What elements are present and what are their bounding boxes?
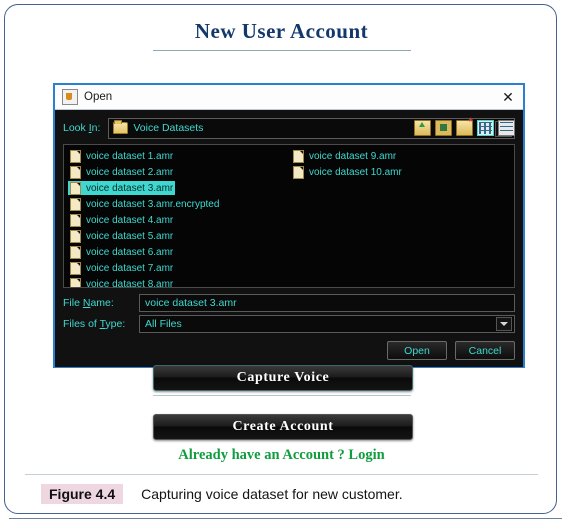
file-icon (70, 245, 81, 259)
file-icon (293, 149, 304, 163)
caption-text: Capturing voice dataset for new customer… (141, 486, 403, 502)
caption-divider (25, 474, 538, 475)
file-name-input[interactable]: voice dataset 3.amr (139, 293, 515, 312)
files-of-type-value: All Files (145, 317, 182, 330)
title-divider (153, 50, 411, 51)
home-icon[interactable] (435, 119, 452, 136)
file-name-label: voice dataset 8.amr (86, 278, 174, 288)
dialog-action-buttons: Open Cancel (387, 341, 515, 360)
java-cup-icon (62, 89, 78, 105)
look-in-label: Look In: (63, 122, 101, 134)
file-name-label: voice dataset 1.amr (86, 150, 174, 162)
file-name-label: voice dataset 3.amr.encrypted (86, 198, 220, 210)
close-icon[interactable]: ✕ (499, 88, 517, 106)
figure-caption: Figure 4.4 Capturing voice dataset for n… (41, 484, 541, 504)
file-icon (70, 165, 81, 179)
figure-number-badge: Figure 4.4 (41, 484, 124, 504)
look-in-value: Voice Datasets (133, 122, 204, 134)
details-view-icon[interactable] (498, 119, 515, 136)
list-item[interactable]: voice dataset 1.amr (68, 149, 175, 163)
list-view-icon[interactable] (477, 119, 494, 136)
file-name-label: voice dataset 4.amr (86, 214, 174, 226)
file-icon (70, 261, 81, 275)
file-name-label: voice dataset 10.amr (309, 166, 402, 178)
login-link[interactable]: Already have an Account ? Login (5, 447, 558, 464)
cancel-button[interactable]: Cancel (455, 341, 515, 360)
up-one-level-icon[interactable] (414, 119, 431, 136)
dialog-body: Look In: Voice Datasets voice dataset 1.… (55, 110, 523, 367)
file-name-label: voice dataset 5.amr (86, 230, 174, 242)
dialog-title: Open (84, 91, 113, 103)
list-item[interactable]: voice dataset 4.amr (68, 213, 175, 227)
file-list-column-left: voice dataset 1.amr voice dataset 2.amr vo… (66, 149, 289, 288)
dialog-titlebar: Open ✕ (55, 85, 523, 110)
list-item[interactable]: voice dataset 6.amr (68, 245, 175, 259)
files-of-type-combobox[interactable]: All Files (139, 314, 515, 333)
list-item[interactable]: voice dataset 7.amr (68, 261, 175, 275)
list-item[interactable]: voice dataset 3.amr.encrypted (68, 197, 221, 211)
file-list-pane[interactable]: voice dataset 1.amr voice dataset 2.amr vo… (63, 144, 515, 288)
list-item[interactable]: voice dataset 3.amr (68, 181, 176, 195)
section-divider (153, 395, 411, 396)
open-file-dialog: Open ✕ Look In: Voice Datasets * voice d… (53, 83, 525, 368)
list-item[interactable]: voice dataset 5.amr (68, 229, 175, 243)
file-icon (293, 165, 304, 179)
capture-voice-button[interactable]: Capture Voice (153, 365, 413, 391)
file-list-column-right: voice dataset 9.amr voice dataset 10.amr (289, 149, 512, 287)
new-folder-icon[interactable] (456, 117, 473, 136)
dialog-toolbar (414, 117, 515, 138)
file-name-label: File Name: (63, 296, 114, 309)
chevron-down-icon[interactable] (496, 316, 512, 331)
page-title: New User Account (194, 19, 369, 43)
files-of-type-label: Files of Type: (63, 317, 126, 330)
file-name-label: voice dataset 9.amr (309, 150, 397, 162)
file-icon (70, 149, 81, 163)
file-name-row: File Name: voice dataset 3.amr (63, 293, 515, 312)
list-item[interactable]: voice dataset 10.amr (291, 165, 404, 179)
list-item[interactable]: voice dataset 9.amr (291, 149, 398, 163)
file-name-value: voice dataset 3.amr (145, 296, 237, 309)
file-icon (70, 197, 81, 211)
figure-page-frame: New User Account Open ✕ Look In: Voice D… (4, 4, 562, 519)
files-of-type-row: Files of Type: All Files (63, 314, 515, 333)
open-button[interactable]: Open (387, 341, 447, 360)
file-name-label: voice dataset 3.amr (86, 182, 174, 194)
file-name-label: voice dataset 6.amr (86, 246, 174, 258)
file-icon (70, 181, 81, 195)
create-account-button[interactable]: Create Account (153, 414, 413, 440)
file-icon (70, 277, 81, 287)
list-item[interactable]: voice dataset 2.amr (68, 165, 175, 179)
folder-icon (113, 120, 129, 134)
list-item[interactable]: voice dataset 8.amr (68, 277, 175, 288)
file-name-label: voice dataset 7.amr (86, 262, 174, 274)
file-name-label: voice dataset 2.amr (86, 166, 174, 178)
file-icon (70, 229, 81, 243)
file-icon (70, 213, 81, 227)
page-bottom-rule (9, 518, 562, 519)
